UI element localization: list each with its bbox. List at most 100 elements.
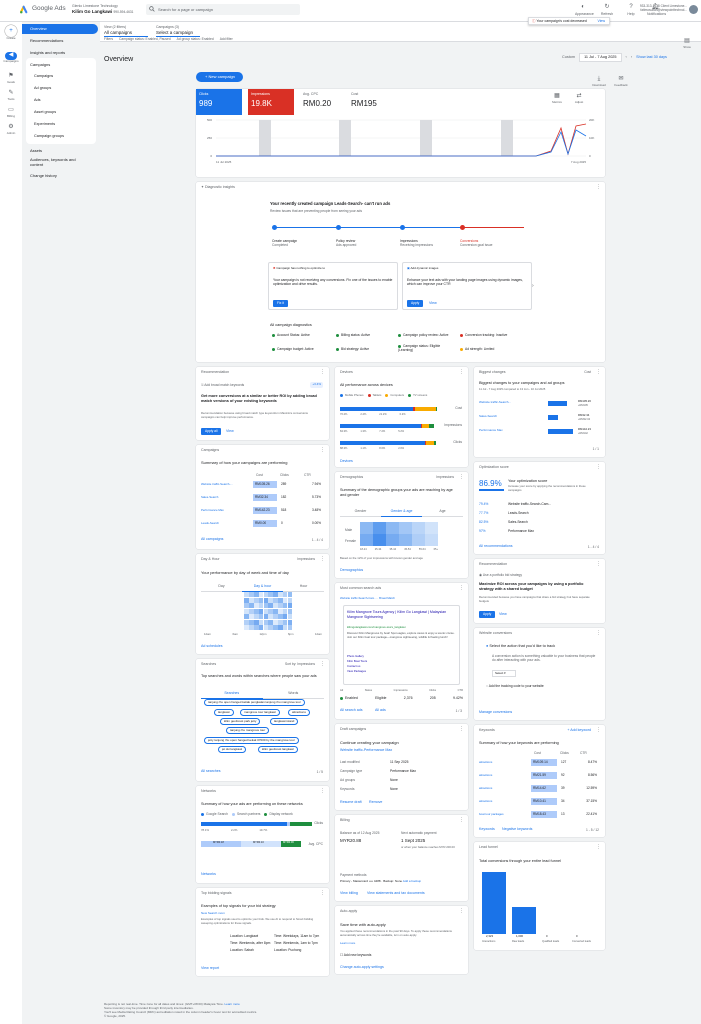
more-menu-icon[interactable]: ⋮	[459, 726, 464, 733]
more-menu-icon[interactable]: ⋮	[596, 630, 601, 637]
nav-sub-assetgroups[interactable]: Asset groups	[34, 110, 56, 115]
more-menu-icon[interactable]: ⋮	[596, 369, 601, 376]
new-campaign-button[interactable]: + New campaign	[196, 72, 243, 82]
nav-sub-experiments[interactable]: Experiments	[34, 122, 55, 127]
view-reco-link[interactable]: View	[226, 429, 234, 434]
apply-all-button[interactable]: Apply all	[201, 428, 222, 435]
search-term-chip[interactable]: tanjung rhu mangrove tour	[226, 727, 270, 734]
search-term-chip[interactable]: langkawi	[214, 709, 234, 716]
tab-words[interactable]: Words	[262, 689, 324, 699]
more-menu-icon[interactable]: ⋮	[320, 447, 325, 454]
more-menu-icon[interactable]: ⋮	[320, 556, 325, 563]
nav-sub-adgroups[interactable]: Ad groups	[34, 86, 51, 91]
footer-learn-more[interactable]: Learn more	[224, 1002, 239, 1006]
filters-label[interactable]: Filters	[104, 37, 113, 41]
add-backup-link[interactable]: Add a backup	[403, 879, 421, 883]
more-menu-icon[interactable]: ⋮	[596, 184, 601, 191]
more-menu-icon[interactable]: ⋮	[459, 908, 464, 915]
filter-adgroup-status[interactable]: Ad group status: Enabled	[177, 37, 214, 41]
pager[interactable]: 1 - 4 / 4	[312, 538, 323, 542]
match-chip[interactable]: Broad Match	[379, 596, 395, 600]
nav-sub-campaigns[interactable]: Campaigns	[34, 74, 53, 79]
more-menu-icon[interactable]: ⋮	[320, 890, 325, 897]
tab-gender[interactable]: Gender	[340, 507, 381, 517]
campaign-chip[interactable]: Website traffic-Search-Cam...	[340, 596, 377, 600]
learn-more-link[interactable]: Learn more	[340, 941, 355, 946]
view-images-link[interactable]: View	[429, 301, 437, 306]
add-keyword-button[interactable]: + Add keyword	[567, 728, 591, 733]
fix-it-button[interactable]: Fix it	[273, 300, 288, 307]
table-row[interactable]: Website traffic-Search-... RM105.26 289 7.9…	[201, 481, 324, 488]
change-campaign-name[interactable]: Sales-Search	[479, 414, 497, 419]
tab-age[interactable]: Age	[422, 507, 463, 517]
more-menu-icon[interactable]: ⋮	[596, 844, 601, 851]
carousel-next-icon[interactable]: ›	[532, 283, 534, 290]
metric-impressions[interactable]: Impressions 19.8K	[248, 89, 294, 115]
account-switcher[interactable]: Glenlo Limestone Technology Kilim Go Lan…	[72, 4, 133, 14]
rail-campaigns[interactable]: ◀ Campaigns	[0, 52, 22, 64]
profile-info[interactable]: 933-313-1638 Client Limestone... fatimosu…	[637, 4, 687, 12]
search-term-chip[interactable]: kilim geoforest langkawi	[258, 746, 298, 753]
metric-cost[interactable]: Cost RM195	[348, 89, 394, 115]
tab-day[interactable]: Day	[201, 582, 242, 592]
search-term-chip[interactable]: jet ski langkawi	[218, 746, 247, 753]
device-metric-label[interactable]: Cost	[455, 406, 462, 410]
rail-billing[interactable]: ▭ Billing	[0, 107, 22, 119]
more-menu-icon[interactable]: ⋮	[596, 561, 601, 568]
ad-schedules-link[interactable]: Ad schedules	[201, 644, 223, 649]
draft-name-link[interactable]: Website traffic-Performance Max	[340, 748, 392, 753]
view-statements-link[interactable]: View statements and tax documents	[367, 891, 425, 896]
opt-campaign[interactable]: Website traffic-Search-Cam...	[508, 502, 551, 506]
search-term-chip[interactable]: jetty tanjung rhu open hanged ketiak 070…	[204, 737, 299, 744]
campaign-name[interactable]: Website traffic-Search-...	[201, 482, 253, 487]
table-row[interactable]: attractions RM21.59 92 8.56%	[479, 772, 600, 779]
table-row[interactable]: attractions RM10.41 34 37.15%	[479, 798, 600, 805]
keyword[interactable]: attractions	[479, 773, 531, 778]
opt-campaign[interactable]: Performance Max	[508, 529, 534, 533]
chevron-right-icon[interactable]: ›	[631, 55, 632, 60]
negative-keywords-link[interactable]: Negative keywords	[502, 827, 532, 832]
pager[interactable]: 1 - 4 / 4	[588, 545, 599, 549]
nav-change-history[interactable]: Change history	[30, 173, 57, 178]
remove-draft-link[interactable]: Remove	[369, 800, 382, 805]
bidding-campaign-chip[interactable]: New Search mom	[201, 911, 225, 916]
more-menu-icon[interactable]: ⋮	[320, 369, 325, 376]
table-row[interactable]: boat tour packages RM18.43 13 22.41%	[479, 811, 600, 818]
networks-link[interactable]: Networks	[201, 872, 216, 877]
auto-apply-settings-link[interactable]: Change auto-apply settings	[340, 965, 384, 970]
tab-searches[interactable]: Searches	[201, 689, 263, 699]
all-recommendations-link[interactable]: All recommendations	[479, 544, 513, 549]
more-menu-icon[interactable]: ⋮	[459, 585, 464, 592]
nav-recommendations[interactable]: Recommendations	[30, 38, 63, 43]
search-input[interactable]: Search for a page or campaign	[146, 4, 300, 15]
all-searches-link[interactable]: All searches	[201, 769, 221, 774]
more-menu-icon[interactable]: ⋮	[596, 727, 601, 734]
apply-button[interactable]: Apply	[479, 611, 496, 618]
pager[interactable]: 1 / 3	[456, 709, 462, 713]
change-campaign-name[interactable]: Website traffic-Search...	[479, 400, 511, 405]
appearance-button[interactable]: ◐ Appearance	[575, 4, 594, 16]
view-reco-link[interactable]: View	[499, 612, 507, 617]
rail-create[interactable]: + Create	[0, 25, 22, 41]
search-term-chip[interactable]: mangrove tour langkawi	[240, 709, 280, 716]
search-term-chip[interactable]: attractions	[288, 709, 310, 716]
table-row[interactable]: Performance Max RM142.23 518 3.48%	[201, 507, 324, 514]
more-menu-icon[interactable]: ⋮	[596, 464, 601, 471]
view-billing-link[interactable]: View billing	[340, 891, 358, 896]
nav-overview[interactable]: Overview	[22, 24, 98, 34]
pager[interactable]: 1 / 1	[593, 447, 599, 451]
tab-hour[interactable]: Hour	[283, 582, 324, 592]
refresh-button[interactable]: ↻ Refresh	[599, 4, 615, 16]
day-hour-metric-select[interactable]: Impressions	[297, 557, 315, 561]
table-row[interactable]: attractions RM14.62 39 12.59%	[479, 785, 600, 792]
opt-campaign[interactable]: Leads-Search	[508, 511, 529, 515]
more-menu-icon[interactable]: ⋮	[320, 788, 325, 795]
campaign-name[interactable]: Leads-Search	[201, 521, 253, 526]
search-term-chip[interactable]: langkawi island	[270, 718, 299, 725]
device-metric-label[interactable]: Impressions	[444, 423, 462, 427]
rail-tools[interactable]: ✎ Tools	[0, 90, 22, 102]
ad-headline[interactable]: Kilim Mangrove Tours Agency | Kilim Go L…	[347, 610, 457, 619]
search-term-chip[interactable]: kilim geoforest park jetty	[220, 718, 261, 725]
nav-insights[interactable]: Insights and reports	[30, 50, 65, 55]
table-row[interactable]: Leads-Search RM0.00 0 0.00%	[201, 520, 324, 527]
